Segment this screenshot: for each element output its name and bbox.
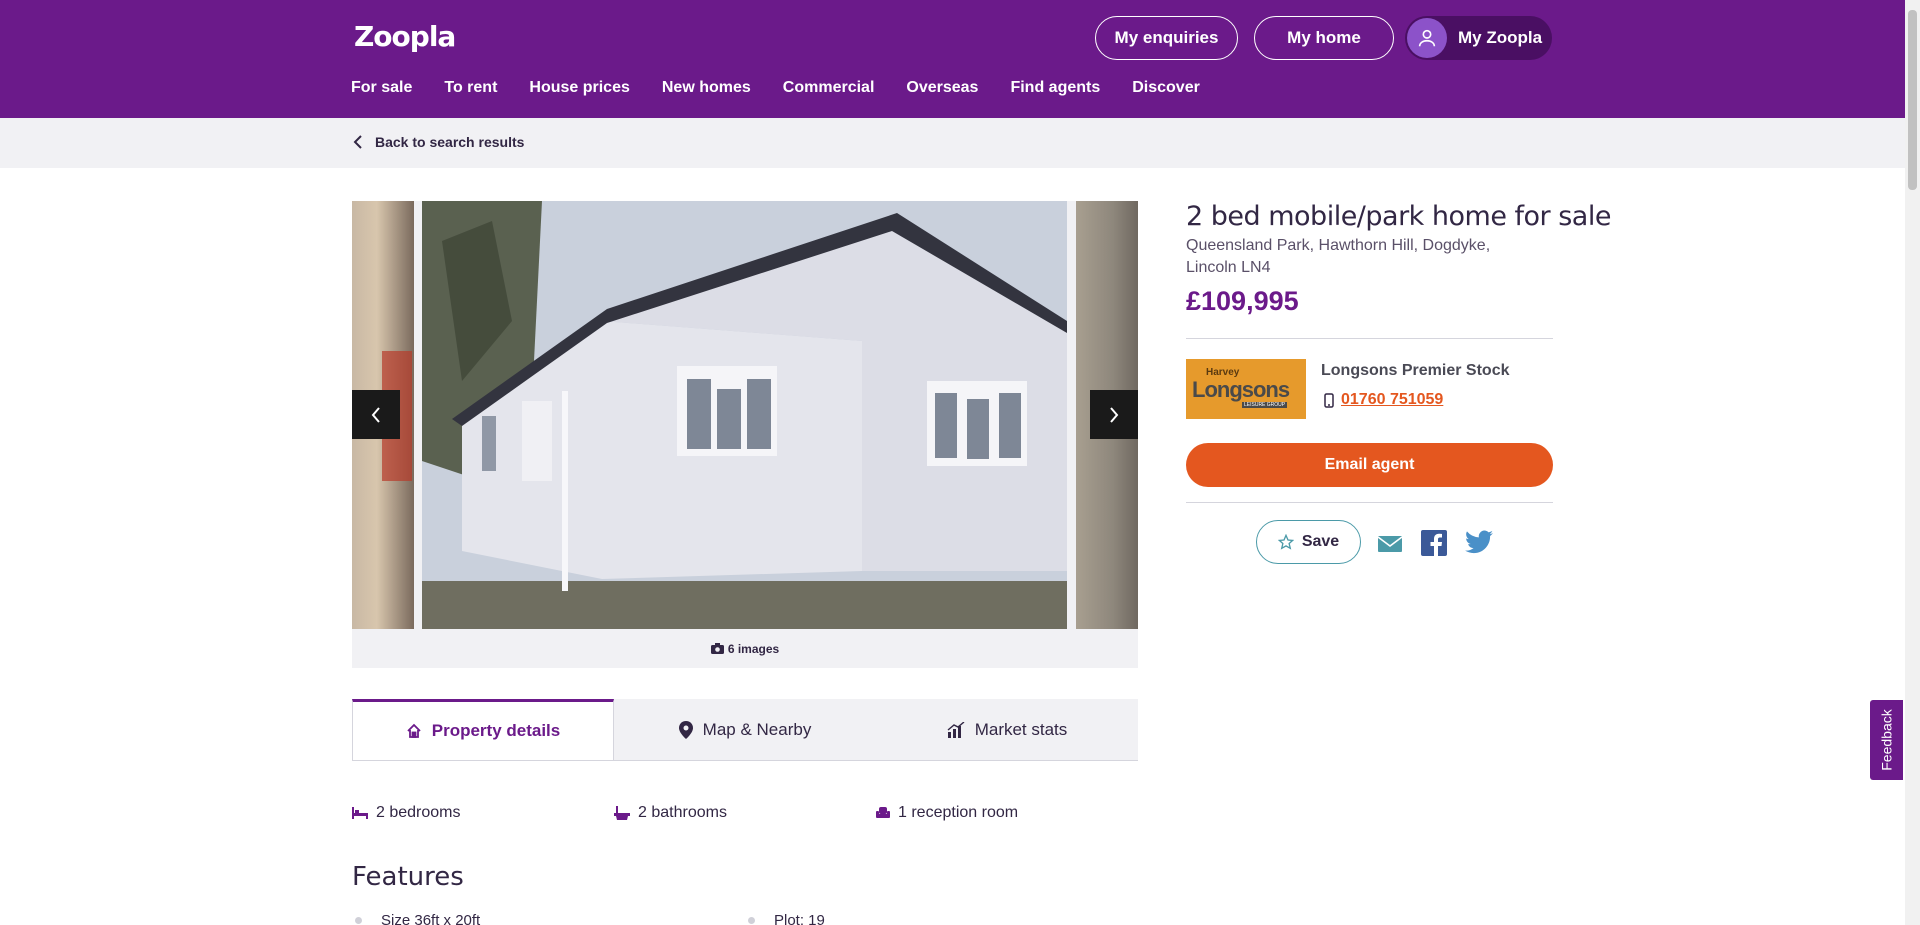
bar-chart-icon [947,721,965,738]
tab-market-stats[interactable]: Market stats [876,699,1138,760]
nav-for-sale[interactable]: For sale [351,79,412,97]
main-nav: For sale To rent House prices New homes … [351,79,1232,97]
agent-phone-link[interactable]: 01760 751059 [1324,391,1443,409]
gallery-next-button[interactable] [1090,390,1138,439]
my-home-button[interactable]: My home [1254,16,1394,60]
nav-overseas[interactable]: Overseas [906,79,978,97]
my-zoopla-label: My Zoopla [1458,28,1543,47]
nav-discover[interactable]: Discover [1132,79,1200,97]
nav-find-agents[interactable]: Find agents [1010,79,1100,97]
listing-price: £109,995 [1186,286,1299,316]
chevron-left-icon [371,406,380,423]
gallery-previous-button[interactable] [352,390,400,439]
breadcrumb: Back to search results [0,118,1905,168]
feature-item: Size 36ft x 20ft [355,912,480,925]
tab-map-nearby[interactable]: Map & Nearby [614,699,876,760]
reception-label: 1 reception room [898,804,1019,821]
share-twitter-icon[interactable] [1465,530,1493,554]
agent-phone-number: 01760 751059 [1341,391,1444,408]
house-icon [407,723,421,738]
page-scrollbar[interactable] [1905,0,1920,925]
back-label: Back to search results [375,134,525,150]
image-count-label: 6 images [727,641,780,656]
camera-icon [710,643,724,654]
chevron-right-icon [1110,406,1119,423]
share-email-icon[interactable] [1377,530,1403,556]
agent-logo[interactable]: Harvey Longsons LEISURE GROUP [1186,359,1306,419]
zoopla-logo[interactable]: Zoopla [354,20,456,53]
feedback-label: Feedback [1878,709,1895,771]
share-facebook-icon[interactable] [1421,530,1447,556]
nav-new-homes[interactable]: New homes [662,79,751,97]
star-icon [1277,534,1294,550]
property-facts: 2 bedrooms 2 bathrooms 1 reception room [352,804,1138,822]
scrollbar-thumb[interactable] [1908,10,1917,190]
feedback-tab[interactable]: Feedback [1870,700,1903,780]
bath-icon [614,806,630,820]
tab-label: Market stats [974,719,1068,739]
save-label: Save [1301,533,1340,550]
avatar [1407,18,1447,58]
reception-fact: 1 reception room [876,804,1138,822]
bedrooms-fact: 2 bedrooms [352,804,614,822]
bathrooms-label: 2 bathrooms [638,804,727,821]
my-zoopla-button[interactable]: My Zoopla [1405,16,1552,60]
bathrooms-fact: 2 bathrooms [614,804,876,822]
divider [1186,338,1553,339]
my-enquiries-button[interactable]: My enquiries [1095,16,1238,60]
divider [1186,502,1553,503]
listing-title: 2 bed mobile/park home for sale [1186,201,1611,232]
feature-item: Plot: 19 [748,912,825,925]
email-agent-button[interactable]: Email agent [1186,443,1553,487]
agent-logo-sub: LEISURE GROUP [1242,402,1288,408]
detail-tabs: Property details Map & Nearby Market sta… [352,699,1138,761]
chevron-left-icon [353,135,362,149]
park-home-photo [422,201,1067,629]
agent-name[interactable]: Longsons Premier Stock [1321,362,1510,380]
gallery-image-main[interactable] [422,201,1067,629]
image-count[interactable]: 6 images [352,629,1138,668]
bedrooms-label: 2 bedrooms [376,804,461,821]
features-heading: Features [352,862,464,892]
feature-text: Size 36ft x 20ft [381,912,481,925]
agent-logo-main: Longsons [1192,377,1290,402]
mobile-phone-icon [1324,392,1334,408]
listing-address: Queensland Park, Hawthorn Hill, Dogdyke,… [1186,237,1491,276]
location-pin-icon [678,720,693,739]
save-button[interactable]: Save [1256,520,1361,564]
image-gallery [352,201,1138,629]
nav-to-rent[interactable]: To rent [444,79,497,97]
feature-text: Plot: 19 [774,912,825,925]
user-icon [1418,29,1436,47]
back-to-results-link[interactable]: Back to search results [353,134,524,150]
site-header: Zoopla My enquiries My home My Zoopla Fo… [0,0,1905,118]
bed-icon [352,807,368,819]
tab-label: Property details [431,721,561,740]
nav-house-prices[interactable]: House prices [529,79,629,97]
nav-commercial[interactable]: Commercial [783,79,875,97]
armchair-icon [876,807,890,818]
tab-property-details[interactable]: Property details [352,699,614,760]
tab-label: Map & Nearby [702,719,812,739]
